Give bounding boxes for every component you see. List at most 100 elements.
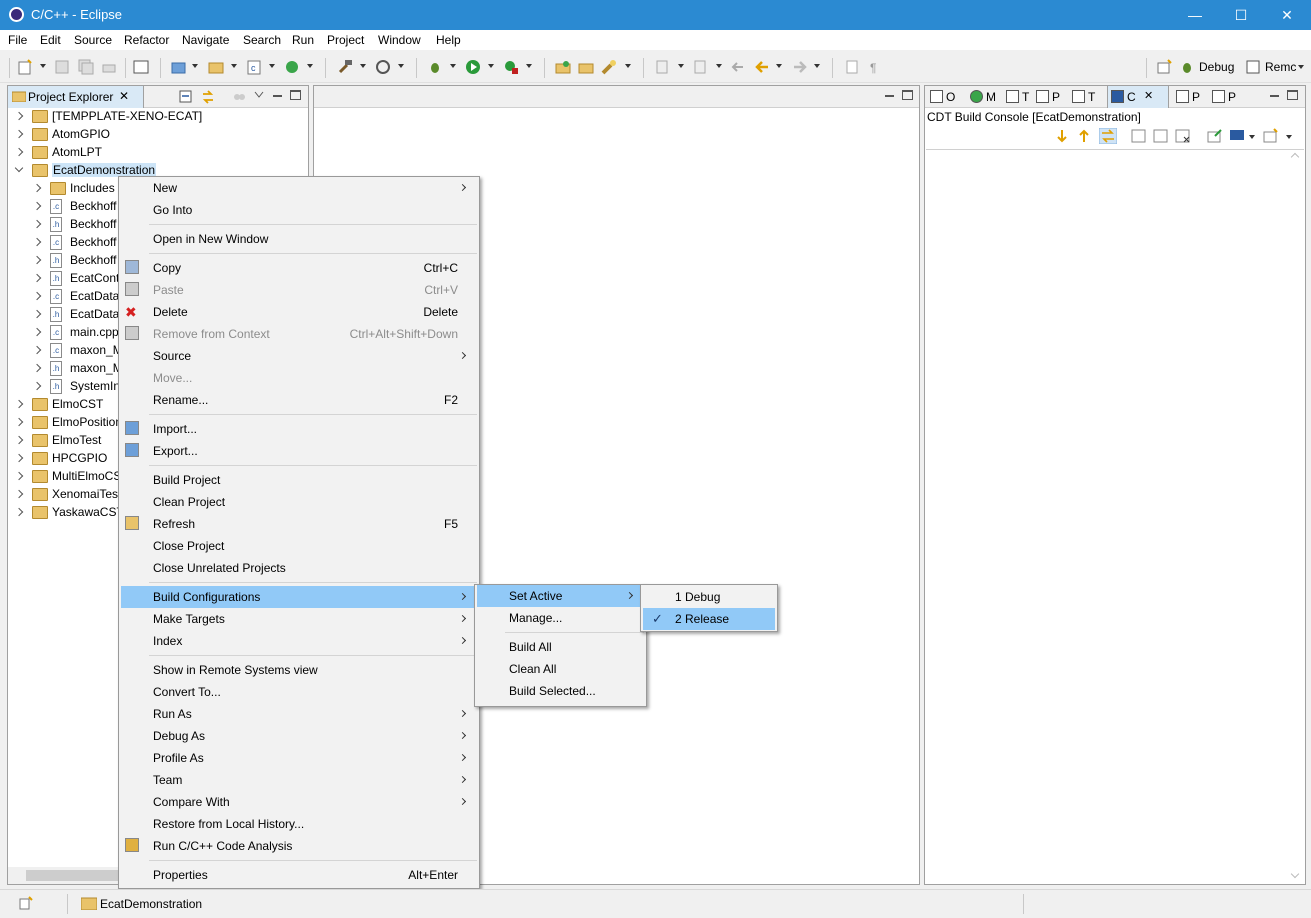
open-type-icon[interactable] bbox=[555, 59, 571, 75]
scroll-down-icon[interactable] bbox=[1290, 869, 1300, 879]
menu-item-copy[interactable]: Copy Ctrl+C bbox=[121, 257, 477, 279]
menu-window[interactable]: Window bbox=[378, 33, 421, 47]
open-console-dropdown-icon[interactable] bbox=[1286, 135, 1292, 139]
expand-chevron-icon[interactable] bbox=[32, 273, 42, 283]
next-error-icon[interactable] bbox=[1055, 128, 1069, 144]
close-tab-icon[interactable]: ✕ bbox=[1144, 89, 1153, 102]
tree-item-tempplate-xeno-ecat[interactable]: [TEMPPLATE-XENO-ECAT] bbox=[8, 108, 308, 126]
expand-chevron-icon[interactable] bbox=[14, 453, 24, 463]
menu-item-team[interactable]: Team bbox=[121, 769, 477, 791]
menu-item-build-project[interactable]: Build Project bbox=[121, 469, 477, 491]
debug-perspective-icon[interactable] bbox=[1179, 59, 1195, 75]
menu-item-open-in-new-window[interactable]: Open in New Window bbox=[121, 228, 477, 250]
show-whitespace-icon[interactable]: ¶ bbox=[867, 59, 883, 75]
right-tab-1[interactable]: M bbox=[967, 86, 999, 108]
menu-item-build-all[interactable]: Build All bbox=[477, 636, 644, 658]
close-tab-icon[interactable]: ✕ bbox=[119, 89, 129, 103]
tree-item-atomlpt[interactable]: AtomLPT bbox=[8, 144, 308, 162]
minimize-editor-icon[interactable] bbox=[884, 90, 895, 100]
menu-item-go-into[interactable]: Go Into bbox=[121, 199, 477, 221]
menu-source[interactable]: Source bbox=[74, 33, 112, 47]
menu-item-profile-as[interactable]: Profile As bbox=[121, 747, 477, 769]
collapse-chevron-icon[interactable] bbox=[14, 163, 24, 173]
menu-item-close-project[interactable]: Close Project bbox=[121, 535, 477, 557]
menu-item-manage[interactable]: Manage... bbox=[477, 607, 644, 629]
menu-item-new[interactable]: New bbox=[121, 177, 477, 199]
menu-item-build-configurations[interactable]: Build Configurations bbox=[121, 586, 477, 608]
expand-chevron-icon[interactable] bbox=[32, 255, 42, 265]
debug-bug-icon[interactable] bbox=[427, 59, 443, 75]
link-editor-icon[interactable] bbox=[201, 90, 215, 104]
expand-chevron-icon[interactable] bbox=[14, 471, 24, 481]
forward-dropdown-icon[interactable] bbox=[814, 64, 820, 68]
run-dropdown-icon[interactable] bbox=[488, 64, 494, 68]
right-tab-2[interactable]: T bbox=[1003, 86, 1035, 108]
minimize-console-icon[interactable] bbox=[1269, 90, 1280, 100]
expand-chevron-icon[interactable] bbox=[14, 489, 24, 499]
save-icon[interactable] bbox=[54, 59, 70, 75]
menu-file[interactable]: File bbox=[8, 33, 27, 47]
expand-chevron-icon[interactable] bbox=[14, 129, 24, 139]
right-tab-7[interactable]: P bbox=[1209, 86, 1241, 108]
remote-dropdown-icon[interactable] bbox=[398, 64, 404, 68]
menu-project[interactable]: Project bbox=[327, 33, 364, 47]
new-folder-icon[interactable] bbox=[208, 59, 224, 75]
console-output[interactable] bbox=[926, 149, 1304, 883]
link-console-icon[interactable] bbox=[1099, 128, 1117, 144]
debug-dropdown-icon[interactable] bbox=[450, 64, 456, 68]
next-annotation-dropdown-icon[interactable] bbox=[678, 64, 684, 68]
menu-item-2-release[interactable]: ✓ 2 Release bbox=[643, 608, 775, 630]
build-hammer-icon[interactable] bbox=[337, 59, 353, 75]
menu-item-show-in-remote-systems-view[interactable]: Show in Remote Systems view bbox=[121, 659, 477, 681]
menu-item-1-debug[interactable]: 1 Debug bbox=[643, 586, 775, 608]
remote-perspective-icon[interactable] bbox=[1245, 59, 1261, 75]
menu-item-import[interactable]: Import... bbox=[121, 418, 477, 440]
view-menu-icon[interactable] bbox=[254, 91, 264, 99]
filter-icon[interactable] bbox=[232, 90, 246, 104]
new-class-dropdown-icon[interactable] bbox=[269, 64, 275, 68]
expand-chevron-icon[interactable] bbox=[32, 363, 42, 373]
expand-chevron-icon[interactable] bbox=[14, 147, 24, 157]
remote-target-icon[interactable] bbox=[375, 59, 391, 75]
expand-chevron-icon[interactable] bbox=[32, 309, 42, 319]
build-dropdown-icon[interactable] bbox=[360, 64, 366, 68]
open-element-icon[interactable] bbox=[578, 59, 594, 75]
maximize-console-icon[interactable] bbox=[1287, 90, 1298, 100]
menu-item-delete[interactable]: ✖ Delete Delete bbox=[121, 301, 477, 323]
expand-chevron-icon[interactable] bbox=[14, 435, 24, 445]
expand-chevron-icon[interactable] bbox=[32, 327, 42, 337]
right-tab-6[interactable]: P bbox=[1173, 86, 1205, 108]
remote-perspective-button[interactable]: Remc bbox=[1265, 60, 1296, 74]
menu-help[interactable]: Help bbox=[436, 33, 461, 47]
debug-perspective-button[interactable]: Debug bbox=[1199, 60, 1234, 74]
search-flashlight-icon[interactable] bbox=[601, 59, 617, 75]
prev-error-icon[interactable] bbox=[1077, 128, 1091, 144]
menu-item-compare-with[interactable]: Compare With bbox=[121, 791, 477, 813]
menu-run[interactable]: Run bbox=[292, 33, 314, 47]
expand-chevron-icon[interactable] bbox=[32, 201, 42, 211]
new-cpp-project-icon[interactable] bbox=[171, 59, 187, 75]
expand-chevron-icon[interactable] bbox=[32, 345, 42, 355]
menu-item-export[interactable]: Export... bbox=[121, 440, 477, 462]
menu-item-close-unrelated-projects[interactable]: Close Unrelated Projects bbox=[121, 557, 477, 579]
menu-search[interactable]: Search bbox=[243, 33, 281, 47]
menu-item-clean-all[interactable]: Clean All bbox=[477, 658, 644, 680]
toggle-block-icon[interactable] bbox=[844, 59, 860, 75]
new-folder-dropdown-icon[interactable] bbox=[231, 64, 237, 68]
expand-chevron-icon[interactable] bbox=[32, 381, 42, 391]
last-edit-icon[interactable] bbox=[730, 59, 746, 75]
search-dropdown-icon[interactable] bbox=[625, 64, 631, 68]
open-perspective-icon[interactable] bbox=[1156, 59, 1172, 75]
right-tab-3[interactable]: P bbox=[1033, 86, 1065, 108]
print-icon[interactable] bbox=[101, 59, 117, 75]
new-dropdown-icon[interactable] bbox=[40, 64, 46, 68]
menu-item-set-active[interactable]: Set Active bbox=[477, 585, 644, 607]
close-button[interactable]: ✕ bbox=[1264, 0, 1310, 30]
maximize-button[interactable]: ☐ bbox=[1218, 0, 1264, 30]
perspective-overflow-icon[interactable] bbox=[1298, 65, 1304, 69]
binary-icon[interactable] bbox=[133, 59, 149, 75]
menu-item-convert-to[interactable]: Convert To... bbox=[121, 681, 477, 703]
expand-chevron-icon[interactable] bbox=[32, 237, 42, 247]
expand-chevron-icon[interactable] bbox=[14, 417, 24, 427]
expand-chevron-icon[interactable] bbox=[32, 183, 42, 193]
